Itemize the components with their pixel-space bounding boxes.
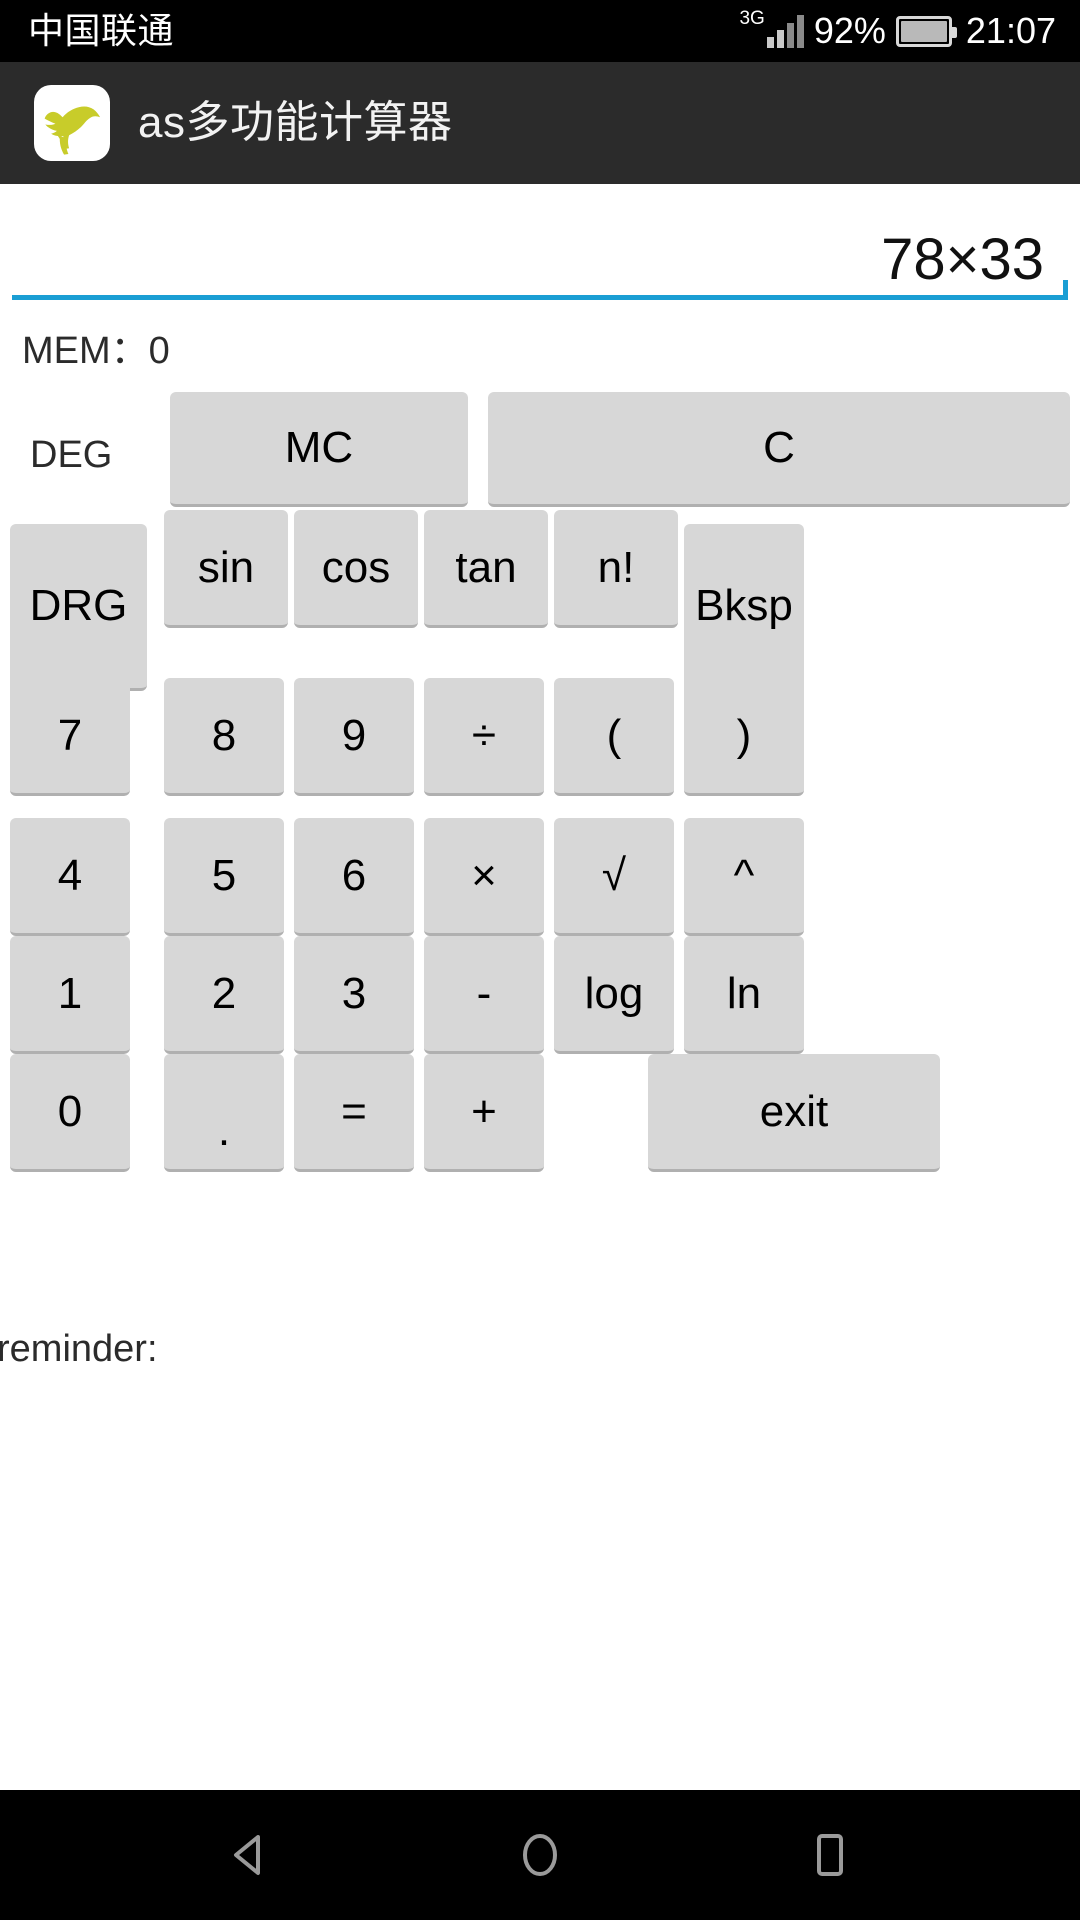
keypad-row-0: DEG MC C — [0, 392, 1080, 510]
battery-icon — [895, 15, 957, 47]
key-exit[interactable]: exit — [648, 1054, 940, 1172]
key-7[interactable]: 7 — [10, 678, 130, 796]
home-icon[interactable] — [485, 1810, 595, 1900]
key-8[interactable]: 8 — [164, 678, 284, 796]
memory-label: MEM：0 — [22, 330, 170, 372]
keypad-row-5: 0 . = + exit — [0, 1030, 1080, 1172]
app-title: as多功能计算器 — [138, 98, 453, 147]
keypad: DEG MC C DRG sin cos tan n! Bksp 7 8 9 ÷… — [0, 392, 1080, 1172]
navigation-bar — [0, 1790, 1080, 1920]
signal-bars-icon — [766, 14, 804, 48]
reminder-label: reminder: — [0, 1328, 158, 1370]
keypad-row-3: 4 5 6 × √ ^ — [0, 794, 1080, 936]
battery-percent-label: 92% — [813, 10, 886, 51]
key-0[interactable]: 0 — [10, 1054, 130, 1172]
key-sin[interactable]: sin — [164, 510, 288, 628]
key-open-paren[interactable]: ( — [554, 678, 674, 796]
keypad-row-1: DRG sin cos tan n! Bksp — [0, 510, 1080, 691]
key-decimal[interactable]: . — [164, 1054, 284, 1172]
key-cos[interactable]: cos — [294, 510, 418, 628]
key-plus[interactable]: + — [424, 1054, 544, 1172]
key-equals[interactable]: = — [294, 1054, 414, 1172]
key-divide[interactable]: ÷ — [424, 678, 544, 796]
network-type-label: 3G — [739, 7, 765, 29]
key-factorial[interactable]: n! — [554, 510, 678, 628]
display-area: 78×33 — [0, 184, 1080, 324]
key-tan[interactable]: tan — [424, 510, 548, 628]
app-bar: as多功能计算器 — [0, 62, 1080, 184]
status-bar-right: 3G 92% 21:07 — [733, 9, 1056, 51]
expression-text: 78×33 — [881, 227, 1044, 293]
key-close-paren[interactable]: ) — [684, 678, 804, 796]
phone-screen: 中国联通 3G 92% 21:07 as多功能计算器 78×33 MEM：0 D… — [0, 0, 1080, 1920]
back-icon[interactable] — [195, 1810, 305, 1900]
puma-logo-icon — [34, 85, 110, 161]
recents-icon[interactable] — [775, 1810, 885, 1900]
key-clear[interactable]: C — [488, 392, 1070, 507]
keypad-row-2: 7 8 9 ÷ ( ) — [0, 654, 1080, 796]
key-mc[interactable]: MC — [170, 392, 468, 507]
keypad-row-4: 1 2 3 - log ln — [0, 912, 1080, 1054]
key-9[interactable]: 9 — [294, 678, 414, 796]
expression-input[interactable]: 78×33 — [12, 184, 1068, 300]
clock-label: 21:07 — [965, 10, 1056, 51]
angle-mode-label: DEG — [30, 434, 113, 476]
carrier-label: 中国联通 — [28, 10, 175, 51]
status-bar: 中国联通 3G 92% 21:07 — [0, 0, 1080, 62]
